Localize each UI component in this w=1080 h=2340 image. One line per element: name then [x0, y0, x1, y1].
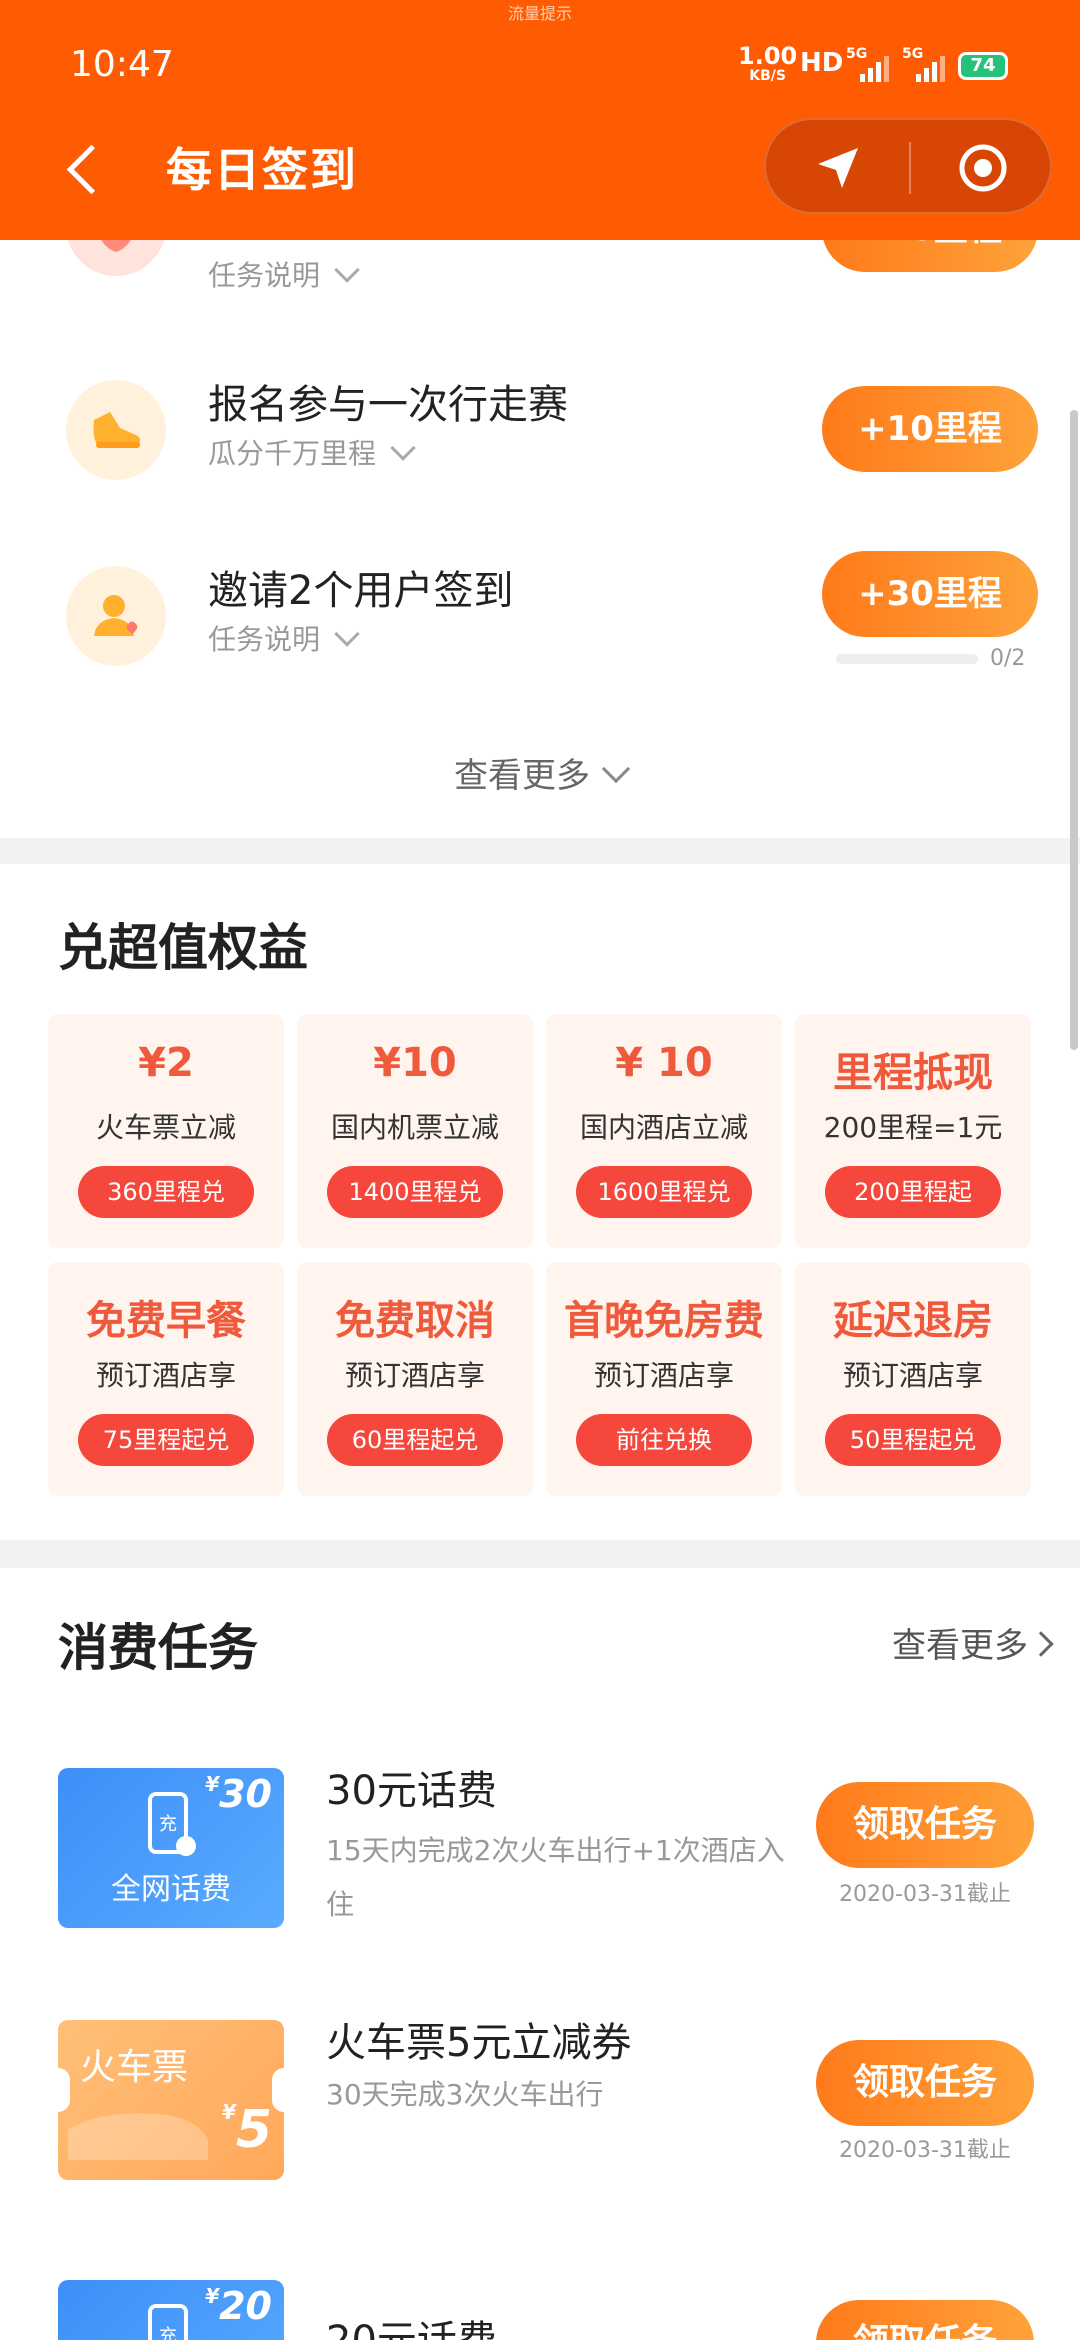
tasks-see-more[interactable]: 查看更多 — [0, 748, 1080, 797]
battery-icon: 74 — [958, 52, 1008, 80]
benefit-item[interactable]: 免费取消 预订酒店享 60里程起兑 — [297, 1262, 533, 1496]
ticket-label: 全网话费 — [111, 1872, 231, 1907]
benefit-item[interactable]: ¥2 火车票立减 360里程兑 — [48, 1014, 284, 1248]
phone-icon: 充 — [148, 2304, 188, 2340]
close-button[interactable] — [911, 120, 1054, 216]
benefit-title: 首晚免房费 — [564, 1298, 764, 1344]
redeem-button[interactable]: 60里程起兑 — [327, 1414, 503, 1466]
task-row: 报名参与一次行走赛 瓜分千万里程 +10里程 — [0, 360, 1080, 520]
location-arrow-icon — [818, 148, 858, 188]
chevron-right-icon — [1028, 1631, 1054, 1657]
benefit-item[interactable]: 首晚免房费 预订酒店享 前往兑换 — [546, 1262, 782, 1496]
benefit-title: 免费取消 — [335, 1298, 495, 1344]
consume-task-name: 30元话费 — [326, 1768, 497, 1814]
benefit-subtitle: 预订酒店享 — [842, 1359, 983, 1392]
task-row: 邀请2个用户签到 任务说明 +30里程 0/2 — [0, 546, 1080, 706]
benefit-title: 免费早餐 — [86, 1298, 246, 1344]
status-bar: 流量提示 10:47 1.00 KB/S HD 5G 5G 74 — [0, 0, 1080, 110]
svg-text:充: 充 — [159, 2326, 177, 2340]
task-deadline: 2020-03-31截止 — [839, 1882, 1011, 1907]
claim-task-button[interactable]: 领取任务 — [816, 2040, 1034, 2126]
benefit-subtitle: 预订酒店享 — [95, 1359, 236, 1392]
back-button[interactable] — [60, 140, 120, 200]
benefits-card: 兑超值权益 ¥2 火车票立减 360里程兑 ¥10 国内机票立减 1400里程兑… — [0, 864, 1080, 1540]
benefit-item[interactable]: 免费早餐 预订酒店享 75里程起兑 — [48, 1262, 284, 1496]
user-heart-icon — [66, 566, 166, 666]
benefit-title: 延迟退房 — [833, 1298, 993, 1344]
chevron-down-icon — [601, 754, 631, 784]
nav-bar: 每日签到 — [0, 110, 1080, 240]
train-ticket: 火车票 ¥5 — [58, 2020, 284, 2180]
benefit-item[interactable]: ¥10 国内机票立减 1400里程兑 — [297, 1014, 533, 1248]
benefit-subtitle: 预订酒店享 — [593, 1359, 734, 1392]
ticket-price: ¥30 — [205, 1772, 272, 1816]
consume-task-name: 20元话费 — [326, 2308, 497, 2340]
redeem-button[interactable]: 1600里程兑 — [576, 1166, 752, 1218]
header: 流量提示 10:47 1.00 KB/S HD 5G 5G 74 每日签到 — [0, 0, 1080, 240]
ticket-price: ¥20 — [205, 2284, 272, 2328]
redeem-button[interactable]: 200里程起 — [825, 1166, 1001, 1218]
benefit-title: ¥10 — [373, 1040, 457, 1086]
scrollbar[interactable] — [1070, 410, 1078, 1050]
chevron-down-icon — [334, 621, 360, 647]
redeem-button[interactable]: 360里程兑 — [78, 1166, 254, 1218]
claim-task-button[interactable]: 领取任务 — [816, 1782, 1034, 1868]
task-description[interactable]: 任务说明 — [208, 254, 360, 294]
svg-text:充: 充 — [159, 1814, 177, 1835]
ticket-price: ¥5 — [221, 2100, 272, 2160]
benefit-item[interactable]: 延迟退房 预订酒店享 50里程起兑 — [795, 1262, 1031, 1496]
task-name: 邀请2个用户签到 — [208, 568, 514, 614]
ticket-label: 火车票 — [80, 2047, 189, 2088]
reward-button[interactable]: +10里程 — [822, 386, 1038, 472]
consume-see-more[interactable]: 查看更多 — [892, 1618, 1054, 1667]
benefit-title: 里程抵现 — [833, 1050, 993, 1096]
redeem-button[interactable]: 1400里程兑 — [327, 1166, 503, 1218]
page-title: 每日签到 — [166, 143, 358, 197]
target-icon — [959, 144, 1007, 192]
invite-progress-bar — [836, 654, 978, 664]
benefit-subtitle: 200里程=1元 — [823, 1111, 1003, 1144]
network-speed: 1.00 KB/S — [738, 42, 798, 84]
signal-icon: 5G — [902, 46, 952, 82]
consume-task-name: 火车票5元立减券 — [326, 2020, 632, 2066]
benefit-title: ¥2 — [138, 1040, 194, 1086]
redeem-button[interactable]: 前往兑换 — [576, 1414, 752, 1466]
phone-credit-ticket: ¥30 充 全网话费 — [58, 1768, 284, 1928]
consume-task-desc: 30天完成3次火车出行 — [326, 2078, 604, 2111]
redeem-button[interactable]: 50里程起兑 — [825, 1414, 1001, 1466]
reward-button[interactable]: +30里程 — [822, 551, 1038, 637]
task-description[interactable]: 瓜分千万里程 — [208, 432, 416, 472]
status-time: 10:47 — [70, 44, 174, 85]
consume-title: 消费任务 — [58, 1619, 258, 1677]
phone-icon: 充 — [148, 1792, 196, 1856]
train-icon — [68, 2113, 208, 2160]
signal-icon: 5G — [846, 46, 896, 82]
claim-task-button[interactable]: 领取任务 — [816, 2300, 1034, 2340]
benefits-title: 兑超值权益 — [58, 919, 308, 977]
consume-task-desc: 15天内完成2次火车出行+1次酒店入住 — [326, 1834, 785, 1921]
chevron-down-icon — [334, 257, 360, 283]
status-hint: 流量提示 — [507, 4, 572, 23]
consume-tasks-card: 消费任务 查看更多 ¥30 充 全网话费 30元话费 15天内完成2次火车出行+… — [0, 1568, 1080, 2340]
mini-program-capsule — [764, 118, 1052, 214]
shoe-icon — [66, 380, 166, 480]
phone-credit-ticket: ¥20 充 — [58, 2280, 284, 2340]
ticket-notch — [272, 2068, 284, 2112]
task-description[interactable]: 任务说明 — [208, 618, 360, 658]
benefit-item[interactable]: ¥ 10 国内酒店立减 1600里程兑 — [546, 1014, 782, 1248]
task-deadline: 2020-03-31截止 — [839, 2138, 1011, 2163]
benefit-subtitle: 国内酒店立减 — [579, 1111, 748, 1144]
benefit-title: ¥ 10 — [615, 1040, 713, 1086]
benefit-subtitle: 火车票立减 — [95, 1111, 236, 1144]
benefit-subtitle: 预订酒店享 — [344, 1359, 485, 1392]
hd-icon: HD — [800, 48, 844, 78]
benefit-subtitle: 国内机票立减 — [330, 1111, 499, 1144]
task-name: 报名参与一次行走赛 — [208, 382, 568, 428]
benefit-item[interactable]: 里程抵现 200里程=1元 200里程起 — [795, 1014, 1031, 1248]
chevron-down-icon — [390, 435, 416, 461]
redeem-button[interactable]: 75里程起兑 — [78, 1414, 254, 1466]
location-button[interactable] — [766, 120, 909, 216]
invite-progress-text: 0/2 — [990, 646, 1026, 671]
